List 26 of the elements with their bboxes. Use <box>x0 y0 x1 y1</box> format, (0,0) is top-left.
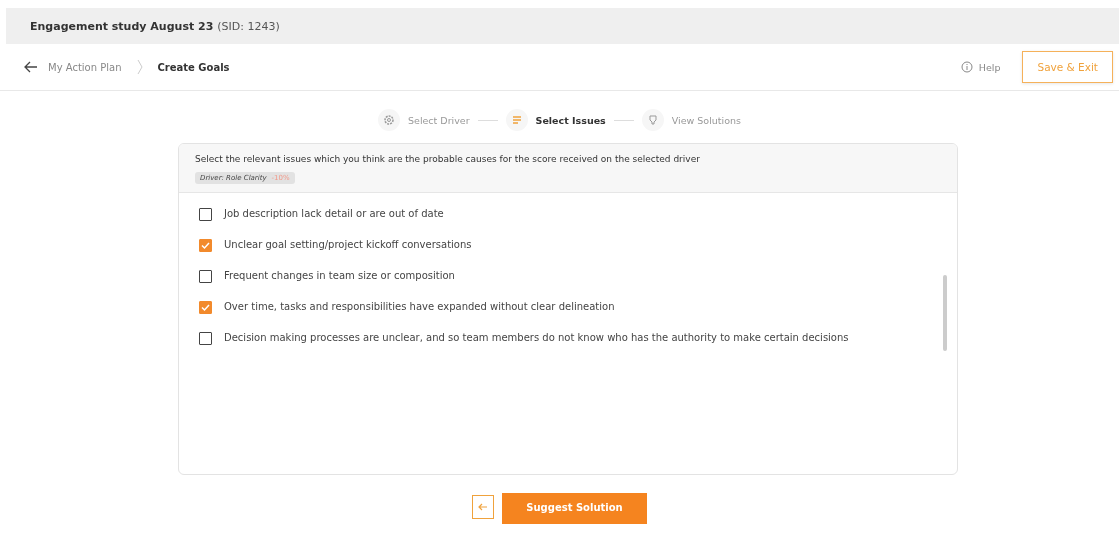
checkbox[interactable] <box>199 270 212 283</box>
back-arrow-icon <box>478 502 489 512</box>
issue-label[interactable]: Unclear goal setting/project kickoff conversations <box>224 238 472 252</box>
checkbox[interactable] <box>199 208 212 221</box>
issue-label[interactable]: Job description lack detail or are out of date <box>224 207 444 221</box>
step-tab[interactable]: Select Issues <box>505 109 606 131</box>
chevron-icon <box>135 59 144 75</box>
checkbox[interactable] <box>199 332 212 345</box>
back-button[interactable] <box>472 495 495 519</box>
gear-icon <box>383 114 395 126</box>
list-icon <box>510 114 523 126</box>
checkbox[interactable] <box>199 301 212 314</box>
breadcrumb-current: Create Goals <box>157 61 230 73</box>
breadcrumb-link[interactable]: My Action Plan <box>48 61 122 73</box>
checkbox[interactable] <box>199 239 212 252</box>
issue-label[interactable]: Over time, tasks and responsibilities have expanded without clear delineation <box>224 300 615 314</box>
study-title: Engagement study August 23 <box>30 19 214 33</box>
scrollbar-thumb[interactable] <box>943 275 947 351</box>
back-arrow-icon[interactable] <box>24 61 38 73</box>
help-link[interactable]: Help <box>978 61 1001 73</box>
instruction-text: Select the relevant issues which you think are the probable causes for the score received on the selected driver <box>195 154 701 164</box>
issue-label[interactable]: Frequent changes in team size or composition <box>224 269 455 283</box>
study-id: (SID: 1243) <box>217 19 280 33</box>
issue-label[interactable]: Decision making processes are unclear, and so team members do not know who has the authority to make certain decisions <box>224 331 849 345</box>
bulb-icon <box>646 114 659 126</box>
info-icon[interactable] <box>960 61 973 73</box>
